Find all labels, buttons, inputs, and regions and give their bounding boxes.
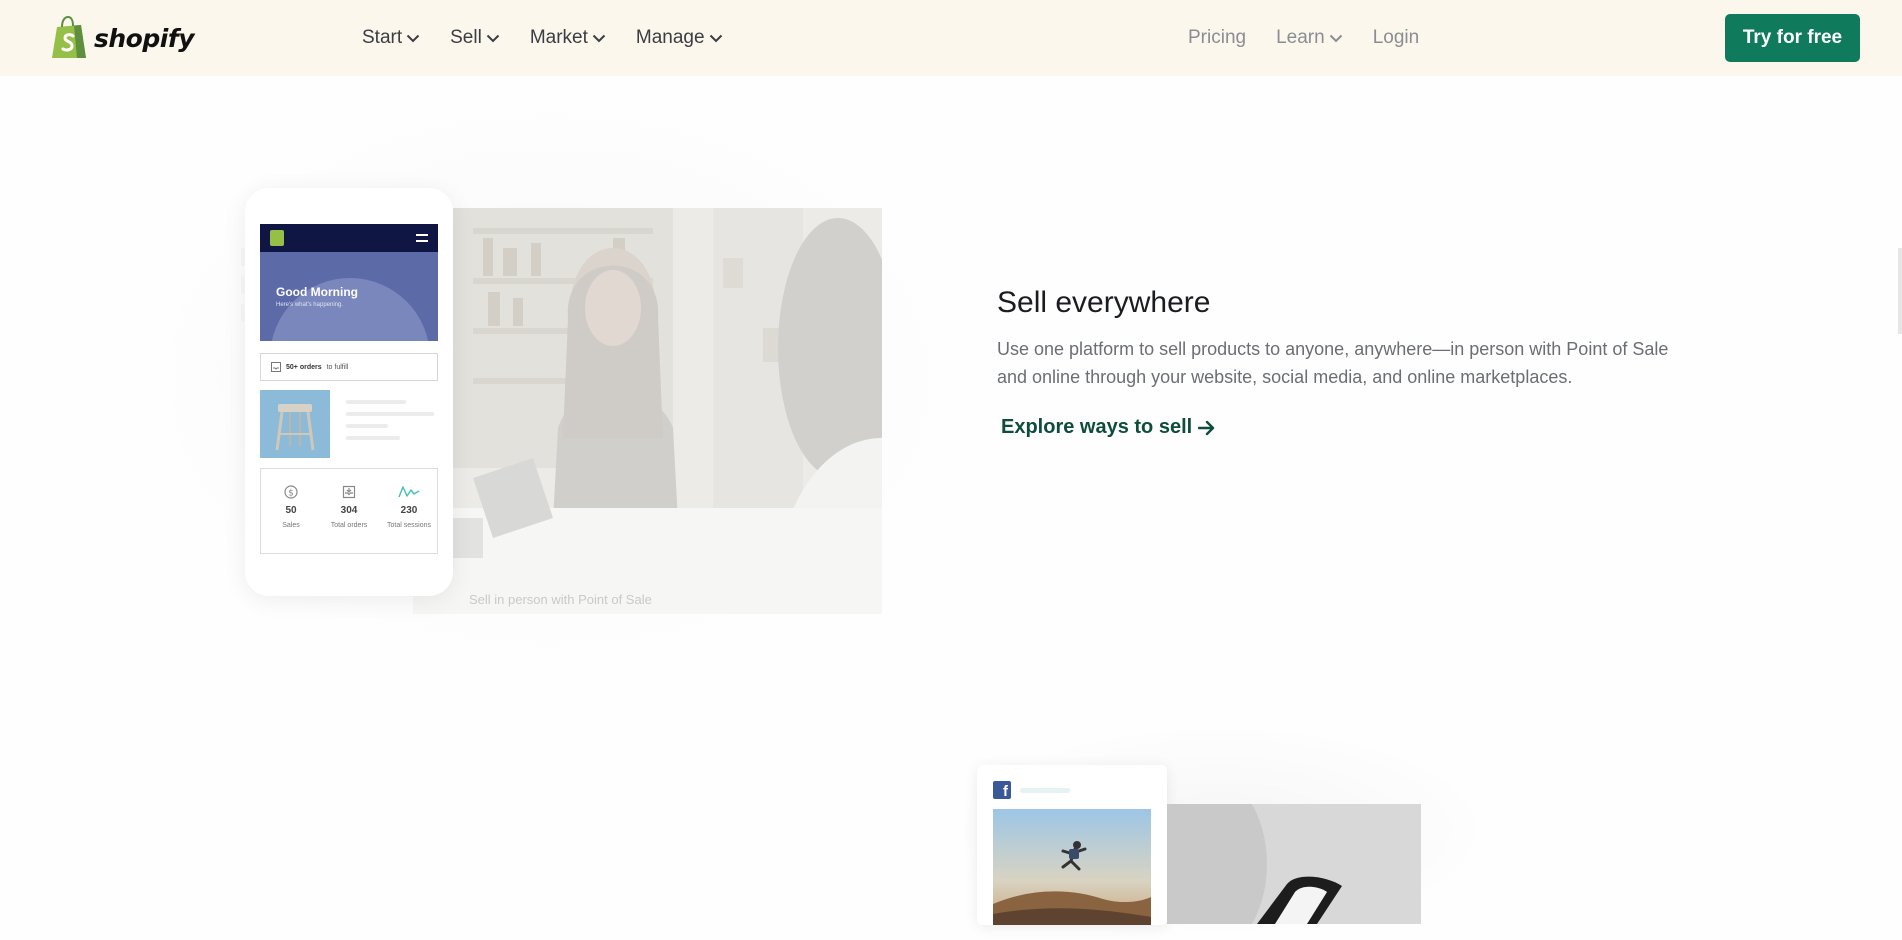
activity-icon <box>398 486 420 498</box>
skeleton-line <box>1020 788 1070 793</box>
skeleton-line <box>346 400 406 404</box>
arrow-right-icon <box>1198 420 1215 435</box>
stat-label: Total orders <box>330 522 368 529</box>
shopping-bag-icon <box>52 16 86 58</box>
stool-image <box>260 390 330 458</box>
explore-ways-to-sell-link[interactable]: Explore ways to sell <box>1001 416 1216 439</box>
shopify-logo[interactable]: shopify <box>50 16 195 60</box>
site-header: shopify Start Sell Market Manage Pricing… <box>0 0 1902 76</box>
section-title: Sell everywhere <box>997 286 1211 319</box>
skeleton-line <box>346 412 434 416</box>
app-topbar <box>260 224 438 252</box>
nav-market-label: Market <box>529 27 588 48</box>
skeleton-line <box>346 424 388 428</box>
section-description: Use one platform to sell products to any… <box>997 339 1669 387</box>
svg-text:$: $ <box>288 489 294 499</box>
social-post-card: f <box>977 765 1167 925</box>
pos-photo <box>413 208 882 614</box>
nav-manage[interactable]: Manage <box>636 27 723 49</box>
stat-orders: 304 Total orders <box>321 485 377 529</box>
inbox-icon <box>271 362 281 372</box>
jumping-person-image <box>993 809 1151 925</box>
menu-icon <box>416 234 428 242</box>
inbox-icon <box>342 485 356 499</box>
nav-manage-label: Manage <box>635 27 705 48</box>
orders-text: to fulfill <box>326 363 349 371</box>
stats-card: $ 50 Sales 304 Total orders 230 Total se… <box>260 468 438 554</box>
stat-label: Sales <box>282 522 300 529</box>
shop-scene-image <box>413 208 882 614</box>
app-hero: Good Morning Here's what's happening. <box>260 252 438 341</box>
stat-value: 230 <box>400 505 418 516</box>
stat-label: Total sessions <box>387 522 431 529</box>
phone-photo-graphic <box>1167 804 1421 924</box>
stat-value: 50 <box>285 505 297 516</box>
chevron-down-icon <box>486 34 500 42</box>
nav-market[interactable]: Market <box>530 27 606 49</box>
phone-in-hand-image <box>1167 804 1421 924</box>
orders-to-fulfill: 50+ orders to fulfill <box>260 353 438 381</box>
phone-mockup: Good Morning Here's what's happening. 50… <box>241 188 453 596</box>
chevron-down-icon <box>592 34 606 42</box>
chevron-down-icon <box>1329 34 1342 42</box>
phone-button <box>241 276 245 294</box>
nav-sell[interactable]: Sell <box>450 27 500 49</box>
nav-start-label: Start <box>362 27 403 48</box>
product-thumbnail <box>260 390 330 458</box>
phone-button <box>241 304 245 322</box>
chevron-down-icon <box>709 34 722 42</box>
try-for-free-button[interactable]: Try for free <box>1725 14 1860 62</box>
nav-login[interactable]: Login <box>1373 27 1420 49</box>
nav-start[interactable]: Start <box>362 27 420 49</box>
dollar-icon: $ <box>284 485 298 499</box>
chevron-down-icon <box>406 34 420 42</box>
social-post-image <box>993 809 1151 925</box>
app-greeting-sub: Here's what's happening. <box>276 302 343 308</box>
shopify-app-icon <box>270 230 284 246</box>
orders-count: 50+ orders <box>286 363 322 371</box>
skeleton-line <box>346 436 400 440</box>
facebook-icon: f <box>993 781 1011 799</box>
secondary-nav: Pricing Learn Login <box>1188 0 1419 76</box>
app-greeting: Good Morning <box>276 285 358 299</box>
nav-pricing[interactable]: Pricing <box>1188 27 1246 49</box>
phone-button <box>241 248 245 266</box>
stat-sales: $ 50 Sales <box>263 485 319 529</box>
stat-sessions: 230 Total sessions <box>381 485 437 529</box>
brand-wordmark: shopify <box>94 23 195 53</box>
photo-caption: Sell in person with Point of Sale <box>469 592 652 607</box>
nav-learn[interactable]: Learn <box>1276 27 1343 49</box>
stat-value: 304 <box>340 505 358 516</box>
nav-sell-label: Sell <box>450 27 482 48</box>
phone-screen: Good Morning Here's what's happening. 50… <box>260 224 438 554</box>
main-nav: Start Sell Market Manage <box>362 0 723 76</box>
link-label: Explore ways to sell <box>1001 416 1193 438</box>
nav-learn-label: Learn <box>1276 27 1325 48</box>
scrollbar-thumb[interactable] <box>1898 248 1902 334</box>
